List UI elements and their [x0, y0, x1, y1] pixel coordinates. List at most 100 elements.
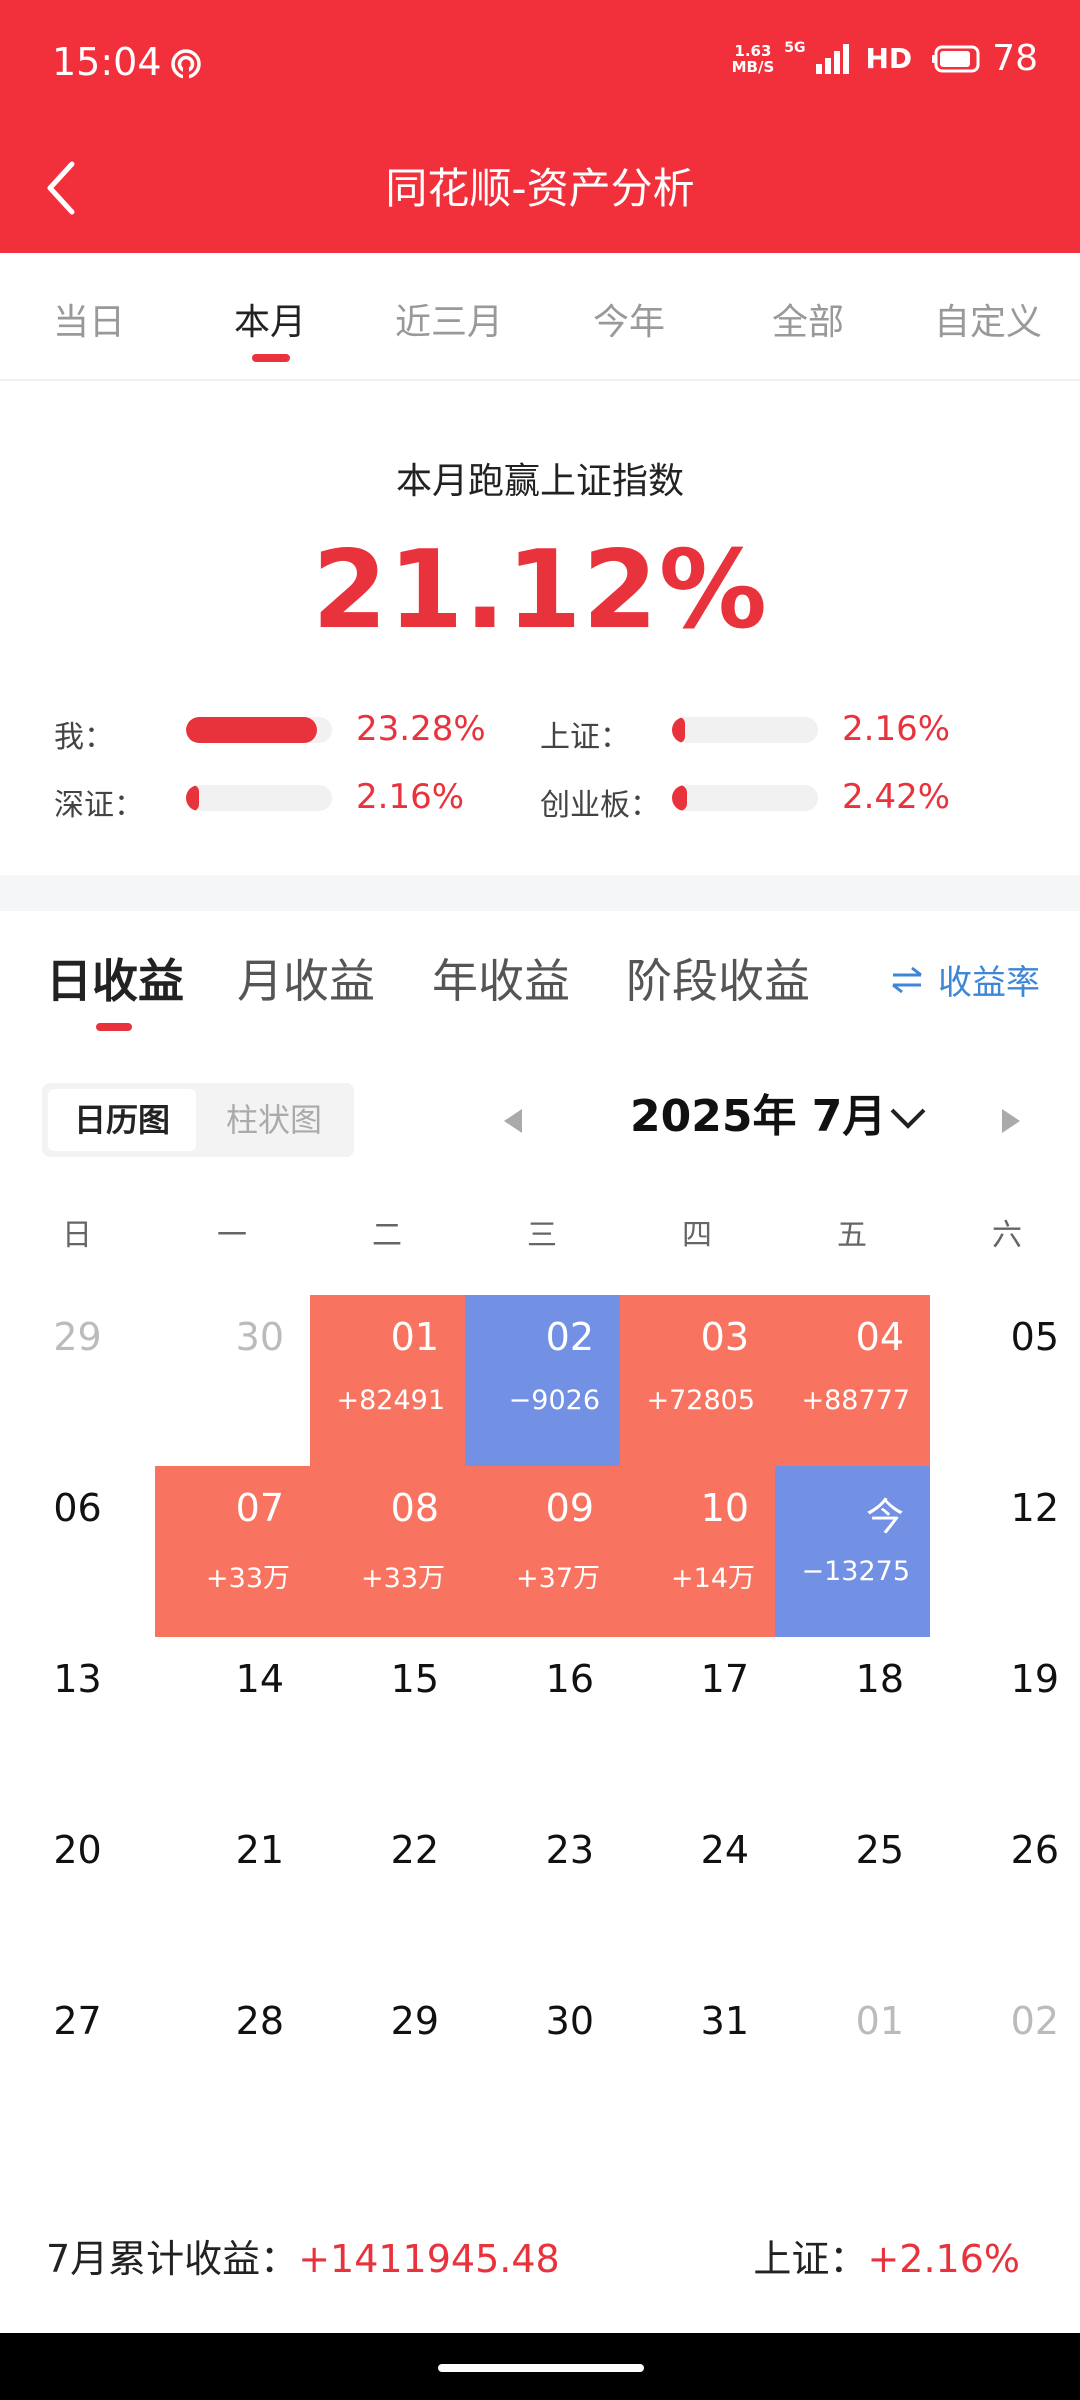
- calendar-day[interactable]: 17: [620, 1637, 775, 1808]
- calendar-day[interactable]: 23: [465, 1808, 620, 1979]
- calendar-day[interactable]: 24: [620, 1808, 775, 1979]
- period-tabs: 当日 本月 近三月 今年 全部 自定义: [0, 253, 1080, 381]
- calendar-day-number: 22: [390, 1828, 439, 1872]
- calendar-day[interactable]: 29: [0, 1295, 155, 1466]
- view-calendar-button[interactable]: 日历图: [48, 1089, 196, 1151]
- page-title: 同花顺-资产分析: [385, 164, 695, 213]
- calendar-day-number: 04: [855, 1315, 904, 1359]
- calendar-day[interactable]: 16: [465, 1637, 620, 1808]
- view-bar-button[interactable]: 柱状图: [200, 1089, 348, 1151]
- hd-indicator: HD: [865, 42, 913, 75]
- calendar-day[interactable]: 27: [0, 1979, 155, 2150]
- weekday-thu: 四: [682, 1218, 712, 1253]
- calendar-day[interactable]: 05: [930, 1295, 1080, 1466]
- calendar-day[interactable]: 06: [0, 1466, 155, 1637]
- calendar-day-number: 08: [390, 1486, 439, 1530]
- calendar-day[interactable]: 19: [930, 1637, 1080, 1808]
- tab-custom[interactable]: 自定义: [934, 293, 1042, 345]
- calendar-day-number: 12: [1010, 1486, 1059, 1530]
- chevron-down-icon[interactable]: [888, 1104, 928, 1134]
- rate-toggle-label: 收益率: [938, 963, 1040, 1003]
- weekday-mon: 一: [217, 1218, 247, 1253]
- compare-label-sh: 上证：: [540, 720, 630, 755]
- view-switch: 日历图 柱状图: [42, 1083, 354, 1157]
- calendar-day-number: 23: [545, 1828, 594, 1872]
- calendar-day-number: 29: [390, 1999, 439, 2043]
- month-label[interactable]: 2025年 7月: [630, 1080, 886, 1144]
- compare-label-me: 我：: [54, 720, 114, 755]
- tab-this-year[interactable]: 今年: [593, 293, 665, 345]
- calendar-day-number: 02: [1010, 1999, 1059, 2043]
- app-header: 15:04 1.63 MB/S 5G HD 78 同花顺-资产分析: [0, 0, 1080, 253]
- tab-monthly-income[interactable]: 月收益: [237, 945, 375, 1011]
- calendar-day-number: 16: [545, 1657, 594, 1701]
- battery-level: 78: [992, 38, 1038, 79]
- calendar-day[interactable]: 30: [465, 1979, 620, 2150]
- compare-value-cyb: 2.42%: [842, 777, 951, 817]
- calendar-day[interactable]: 25: [775, 1808, 930, 1979]
- calendar-day[interactable]: 01 +82491: [310, 1295, 465, 1466]
- calendar-day[interactable]: 12: [930, 1466, 1080, 1637]
- calendar-day[interactable]: 18: [775, 1637, 930, 1808]
- rate-toggle-button[interactable]: 收益率: [890, 955, 1040, 1004]
- calendar-day[interactable]: 28: [155, 1979, 310, 2150]
- calendar-day-income: +37万: [516, 1563, 600, 1594]
- tab-yearly-income[interactable]: 年收益: [432, 945, 570, 1011]
- calendar-day[interactable]: 08 +33万: [310, 1466, 465, 1637]
- calendar-day-income: −9026: [508, 1385, 600, 1416]
- network-speed: 1.63 MB/S: [731, 41, 775, 76]
- compare-value-sz: 2.16%: [356, 777, 465, 817]
- calendar-day[interactable]: 31: [620, 1979, 775, 2150]
- tab-today[interactable]: 当日: [53, 293, 125, 345]
- compare-fill-me: [186, 717, 318, 743]
- compare-bar-sh: [672, 717, 818, 743]
- signal-icon: [815, 43, 849, 74]
- calendar-day[interactable]: 02: [930, 1979, 1080, 2150]
- compare-value-sh: 2.16%: [842, 709, 951, 749]
- calendar-day-income: +82491: [336, 1385, 445, 1416]
- tab-three-months[interactable]: 近三月: [395, 293, 503, 345]
- calendar-day-number: 26: [1010, 1828, 1059, 1872]
- status-time: 15:04: [52, 40, 162, 84]
- calendar-day[interactable]: 22: [310, 1808, 465, 1979]
- calendar-day[interactable]: 29: [310, 1979, 465, 2150]
- calendar-day[interactable]: 10 +14万: [620, 1466, 775, 1637]
- calendar-day[interactable]: 15: [310, 1637, 465, 1808]
- calendar-day-number: 14: [235, 1657, 284, 1701]
- home-indicator[interactable]: [438, 2364, 644, 2372]
- compare-label-cyb: 创业板：: [540, 788, 660, 823]
- calendar-day-number: 06: [53, 1486, 102, 1530]
- calendar-day-number: 19: [1010, 1657, 1059, 1701]
- weekday-wed: 三: [527, 1218, 557, 1253]
- compare-label-sz: 深证：: [54, 788, 144, 823]
- section-divider: [0, 875, 1080, 911]
- calendar-day-number: 20: [53, 1828, 102, 1872]
- calendar-day[interactable]: 20: [0, 1808, 155, 1979]
- tab-stage-income[interactable]: 阶段收益: [626, 945, 810, 1011]
- calendar-day[interactable]: 13: [0, 1637, 155, 1808]
- calendar-day[interactable]: 09 +37万: [465, 1466, 620, 1637]
- next-month-icon[interactable]: [998, 1106, 1024, 1136]
- status-indicators: 1.63 MB/S 5G HD 78: [732, 38, 1038, 79]
- calendar-day-number: 09: [545, 1486, 594, 1530]
- calendar-day[interactable]: 14: [155, 1637, 310, 1808]
- calendar-day[interactable]: 26: [930, 1808, 1080, 1979]
- calendar-day[interactable]: 01: [775, 1979, 930, 2150]
- calendar-day[interactable]: 21: [155, 1808, 310, 1979]
- tab-this-month[interactable]: 本月: [234, 293, 306, 345]
- calendar-day-number: 03: [700, 1315, 749, 1359]
- weekday-tue: 二: [372, 1218, 402, 1253]
- calendar-day[interactable]: 03 +72805: [620, 1295, 775, 1466]
- tab-all[interactable]: 全部: [772, 293, 844, 345]
- income-tab-indicator: [96, 1023, 132, 1031]
- calendar-day-number: 17: [700, 1657, 749, 1701]
- tab-daily-income[interactable]: 日收益: [46, 945, 184, 1011]
- calendar-day[interactable]: 02 −9026: [465, 1295, 620, 1466]
- calendar-day[interactable]: 今 −13275: [775, 1466, 930, 1637]
- calendar-day-income: +33万: [361, 1563, 445, 1594]
- calendar-day[interactable]: 07 +33万: [155, 1466, 310, 1637]
- prev-month-icon[interactable]: [500, 1106, 526, 1136]
- calendar-day[interactable]: 04 +88777: [775, 1295, 930, 1466]
- calendar-day[interactable]: 30: [155, 1295, 310, 1466]
- calendar-day-income: −13275: [801, 1556, 910, 1587]
